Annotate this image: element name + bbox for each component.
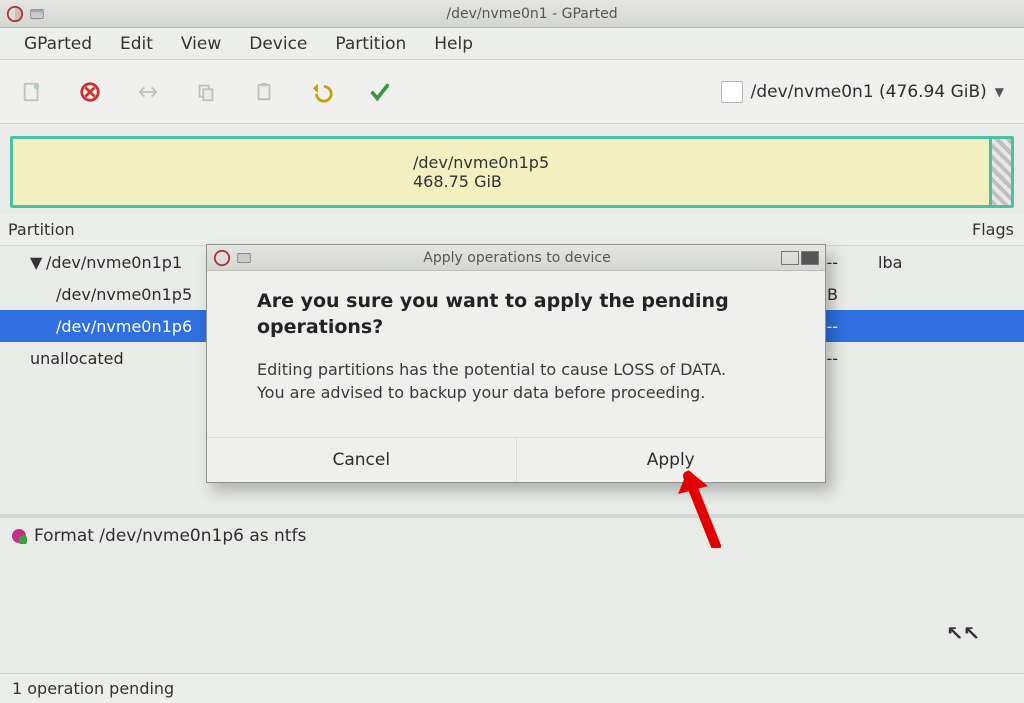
status-text: 1 operation pending: [12, 679, 174, 698]
window-icon: [235, 249, 253, 267]
menu-edit[interactable]: Edit: [108, 30, 165, 58]
maximize-button-icon[interactable]: [801, 251, 819, 265]
dialog-title: Apply operations to device: [253, 250, 781, 266]
menubar: GParted Edit View Device Partition Help: [0, 28, 1024, 60]
table-header: Partition Flags: [0, 214, 1024, 246]
col-partition[interactable]: Partition: [8, 220, 218, 239]
apply-dialog: Apply operations to device Are you sure …: [206, 244, 826, 483]
apply-button[interactable]: Apply: [516, 438, 826, 482]
dialog-message-line: Editing partitions has the potential to …: [257, 358, 775, 381]
menu-partition[interactable]: Partition: [323, 30, 418, 58]
dialog-titlebar[interactable]: Apply operations to device: [207, 245, 825, 271]
menu-help[interactable]: Help: [422, 30, 485, 58]
window-title: /dev/nvme0n1 - GParted: [46, 6, 1018, 22]
apply-icon[interactable]: [360, 72, 400, 112]
operation-text: Format /dev/nvme0n1p6 as ntfs: [34, 526, 306, 546]
menu-view[interactable]: View: [169, 30, 233, 58]
drive-icon: [721, 81, 743, 103]
window-titlebar: /dev/nvme0n1 - GParted: [0, 0, 1024, 28]
copy-icon[interactable]: [186, 72, 226, 112]
mouse-cursor-icon: ↖↖: [946, 620, 980, 644]
disclosure-triangle-icon[interactable]: ▼: [30, 253, 40, 272]
map-partition-size: 468.75 GiB: [413, 172, 989, 191]
delete-partition-icon[interactable]: [70, 72, 110, 112]
pending-operations[interactable]: Format /dev/nvme0n1p6 as ntfs: [0, 518, 1024, 554]
map-unallocated-tail: [989, 139, 1011, 205]
statusbar: 1 operation pending: [0, 673, 1024, 703]
device-label: /dev/nvme0n1 (476.94 GiB): [751, 82, 987, 102]
chevron-down-icon: ▼: [995, 85, 1004, 99]
window-icon: [28, 5, 46, 23]
paste-icon[interactable]: [244, 72, 284, 112]
app-icon: [6, 5, 24, 23]
menu-device[interactable]: Device: [237, 30, 319, 58]
menu-gparted[interactable]: GParted: [12, 30, 104, 58]
col-flags[interactable]: Flags: [912, 220, 1016, 239]
device-selector[interactable]: /dev/nvme0n1 (476.94 GiB) ▼: [713, 77, 1012, 107]
new-partition-icon[interactable]: [12, 72, 52, 112]
dialog-message-line: You are advised to backup your data befo…: [257, 381, 775, 404]
dialog-heading: Are you sure you want to apply the pendi…: [257, 289, 775, 340]
app-icon: [213, 249, 231, 267]
toolbar: /dev/nvme0n1 (476.94 GiB) ▼: [0, 60, 1024, 124]
undo-icon[interactable]: [302, 72, 342, 112]
minimize-button-icon[interactable]: [781, 251, 799, 265]
map-partition-name: /dev/nvme0n1p5: [413, 153, 989, 172]
resize-move-icon[interactable]: [128, 72, 168, 112]
cancel-button[interactable]: Cancel: [207, 438, 516, 482]
operation-icon: [12, 529, 26, 543]
partition-map[interactable]: /dev/nvme0n1p5 468.75 GiB: [0, 124, 1024, 214]
